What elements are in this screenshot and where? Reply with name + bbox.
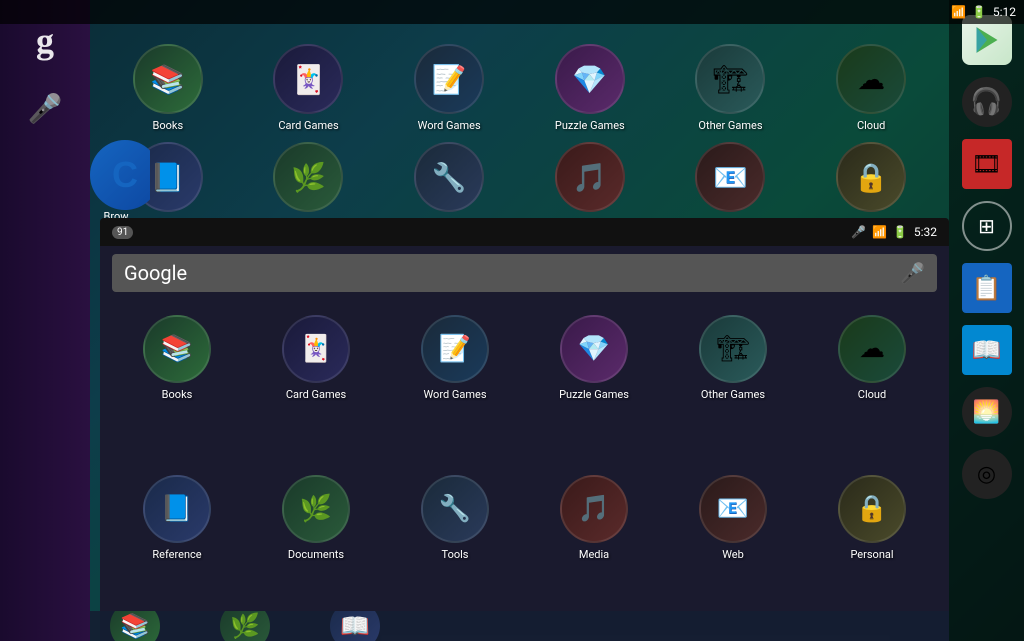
media-overlay-icon: 🎵: [560, 475, 628, 543]
bottom-partial-row: 📚 🌿 📖: [90, 611, 949, 641]
documents-overlay-icon: 🌿: [282, 475, 350, 543]
documents-overlay[interactable]: 🌿 Documents: [249, 475, 383, 627]
film-icon[interactable]: 🎞: [962, 139, 1012, 189]
chrome-icon[interactable]: ◎: [962, 449, 1012, 499]
personal-app[interactable]: 🔒Personal: [803, 142, 939, 230]
tools-overlay-label: Tools: [442, 548, 469, 561]
books-app-icon: 📚: [133, 44, 203, 114]
notification-badge: 91: [112, 226, 133, 239]
puzzle-games-overlay[interactable]: 💎 Puzzle Games: [527, 315, 661, 467]
tools-overlay[interactable]: 🔧 Tools: [388, 475, 522, 627]
puzzle-games-overlay-icon: 💎: [560, 315, 628, 383]
other-games-app-icon: 🏗: [695, 44, 765, 114]
search-bar[interactable]: Google 🎤: [112, 254, 937, 292]
card-games-app-icon: 🃏: [273, 44, 343, 114]
puzzle-games-app-label: Puzzle Games: [555, 119, 625, 132]
web-overlay-label: Web: [722, 548, 744, 561]
cloud-app[interactable]: ☁ Cloud: [803, 44, 939, 132]
book-blue-icon[interactable]: 📖: [962, 325, 1012, 375]
word-games-app-icon: 📝: [414, 44, 484, 114]
puzzle-games-app-icon: 💎: [555, 44, 625, 114]
tools-app-icon: 🔧: [414, 142, 484, 212]
reference-overlay-label: Reference: [152, 548, 201, 561]
status-bar: 📶 🔋 5:12: [0, 0, 1024, 24]
puzzle-games-overlay-label: Puzzle Games: [559, 388, 629, 401]
media-app-icon: 🎵: [555, 142, 625, 212]
documents-overlay-label: Documents: [288, 548, 344, 561]
cloud-app-icon: ☁: [836, 44, 906, 114]
books-app-label: Books: [153, 119, 184, 132]
word-games-overlay-label: Word Games: [423, 388, 486, 401]
overlay-battery-icon: 🔋: [893, 225, 908, 239]
search-google-text: Google: [124, 261, 890, 285]
sidebar-right: 🎧 🎞 ⊞ 📋 📖 🌅 ◎: [949, 0, 1024, 641]
reference-overlay-icon: 📘: [143, 475, 211, 543]
books-app[interactable]: 📚 Books: [100, 44, 236, 132]
personal-overlay-label: Personal: [850, 548, 893, 561]
overlay-time: 5:32: [914, 225, 937, 239]
google-search-icon[interactable]: g: [36, 20, 54, 62]
other-games-overlay[interactable]: 🏗 Other Games: [666, 315, 800, 467]
web-overlay-icon: 📧: [699, 475, 767, 543]
web-app-icon: 📧: [695, 142, 765, 212]
puzzle-games-app[interactable]: 💎 Puzzle Games: [522, 44, 658, 132]
word-games-overlay[interactable]: 📝 Word Games: [388, 315, 522, 467]
wifi-icon: 📶: [951, 5, 966, 19]
personal-overlay-icon: 🔒: [838, 475, 906, 543]
overlay-wifi-icon: 📶: [872, 225, 887, 239]
media-app[interactable]: 🎵Media: [522, 142, 658, 230]
tools-overlay-icon: 🔧: [421, 475, 489, 543]
bottom-partial-icon[interactable]: 🌿: [220, 611, 270, 641]
apps-grid-icon[interactable]: ⊞: [962, 201, 1012, 251]
bottom-partial-icon[interactable]: 📚: [110, 611, 160, 641]
word-games-overlay-icon: 📝: [421, 315, 489, 383]
browser-icon[interactable]: C: [90, 140, 150, 210]
photos-icon[interactable]: 🌅: [962, 387, 1012, 437]
clock: 5:12: [993, 5, 1016, 19]
browser-label: Brow...: [90, 210, 150, 218]
documents-app-icon: 🌿: [273, 142, 343, 212]
books-overlay[interactable]: 📚 Books: [110, 315, 244, 467]
web-app[interactable]: 📧Web: [663, 142, 799, 230]
reference-overlay[interactable]: 📘 Reference: [110, 475, 244, 627]
media-overlay[interactable]: 🎵 Media: [527, 475, 661, 627]
overlay-status-right: 🎤 📶 🔋 5:32: [851, 225, 937, 239]
web-overlay[interactable]: 📧 Web: [666, 475, 800, 627]
headphones-icon[interactable]: 🎧: [962, 77, 1012, 127]
overlay-apps-grid: 📚 Books 🃏 Card Games 📝 Word Games 💎 Puzzle Game…: [100, 300, 949, 641]
card-games-overlay[interactable]: 🃏 Card Games: [249, 315, 383, 467]
other-games-overlay-icon: 🏗: [699, 315, 767, 383]
overlay-status-bar: 91 🎤 📶 🔋 5:32: [100, 218, 949, 246]
bottom-partial-icon[interactable]: 📖: [330, 611, 380, 641]
overlay-dialog: 91 🎤 📶 🔋 5:32 Google 🎤 📚 Books 🃏 Card Games…: [100, 218, 949, 641]
overlay-status-left: 91: [112, 226, 133, 239]
books-overlay-icon: 📚: [143, 315, 211, 383]
other-games-app[interactable]: 🏗 Other Games: [663, 44, 799, 132]
files-icon[interactable]: 📋: [962, 263, 1012, 313]
word-games-app[interactable]: 📝 Word Games: [381, 44, 517, 132]
battery-icon: 🔋: [972, 5, 987, 19]
documents-app[interactable]: 🌿Documents: [241, 142, 377, 230]
card-games-app[interactable]: 🃏 Card Games: [241, 44, 377, 132]
cloud-overlay[interactable]: ☁ Cloud: [805, 315, 939, 467]
card-games-overlay-label: Card Games: [286, 388, 346, 401]
sidebar-left: g 🎤: [0, 0, 90, 641]
personal-app-icon: 🔒: [836, 142, 906, 212]
other-games-app-label: Other Games: [698, 119, 762, 132]
media-overlay-label: Media: [579, 548, 609, 561]
cloud-overlay-icon: ☁: [838, 315, 906, 383]
voice-search-icon[interactable]: 🎤: [28, 92, 63, 125]
books-overlay-label: Books: [162, 388, 193, 401]
overlay-mic-icon: 🎤: [851, 225, 866, 239]
cloud-app-label: Cloud: [857, 119, 885, 132]
tools-app[interactable]: 🔧Tools: [381, 142, 517, 230]
personal-overlay[interactable]: 🔒 Personal: [805, 475, 939, 627]
card-games-app-label: Card Games: [278, 119, 338, 132]
word-games-app-label: Word Games: [418, 119, 481, 132]
other-games-overlay-label: Other Games: [701, 388, 765, 401]
card-games-overlay-icon: 🃏: [282, 315, 350, 383]
browser-partial-icon: C Brow...: [90, 140, 150, 218]
cloud-overlay-label: Cloud: [858, 388, 886, 401]
search-mic-icon[interactable]: 🎤: [900, 261, 925, 285]
